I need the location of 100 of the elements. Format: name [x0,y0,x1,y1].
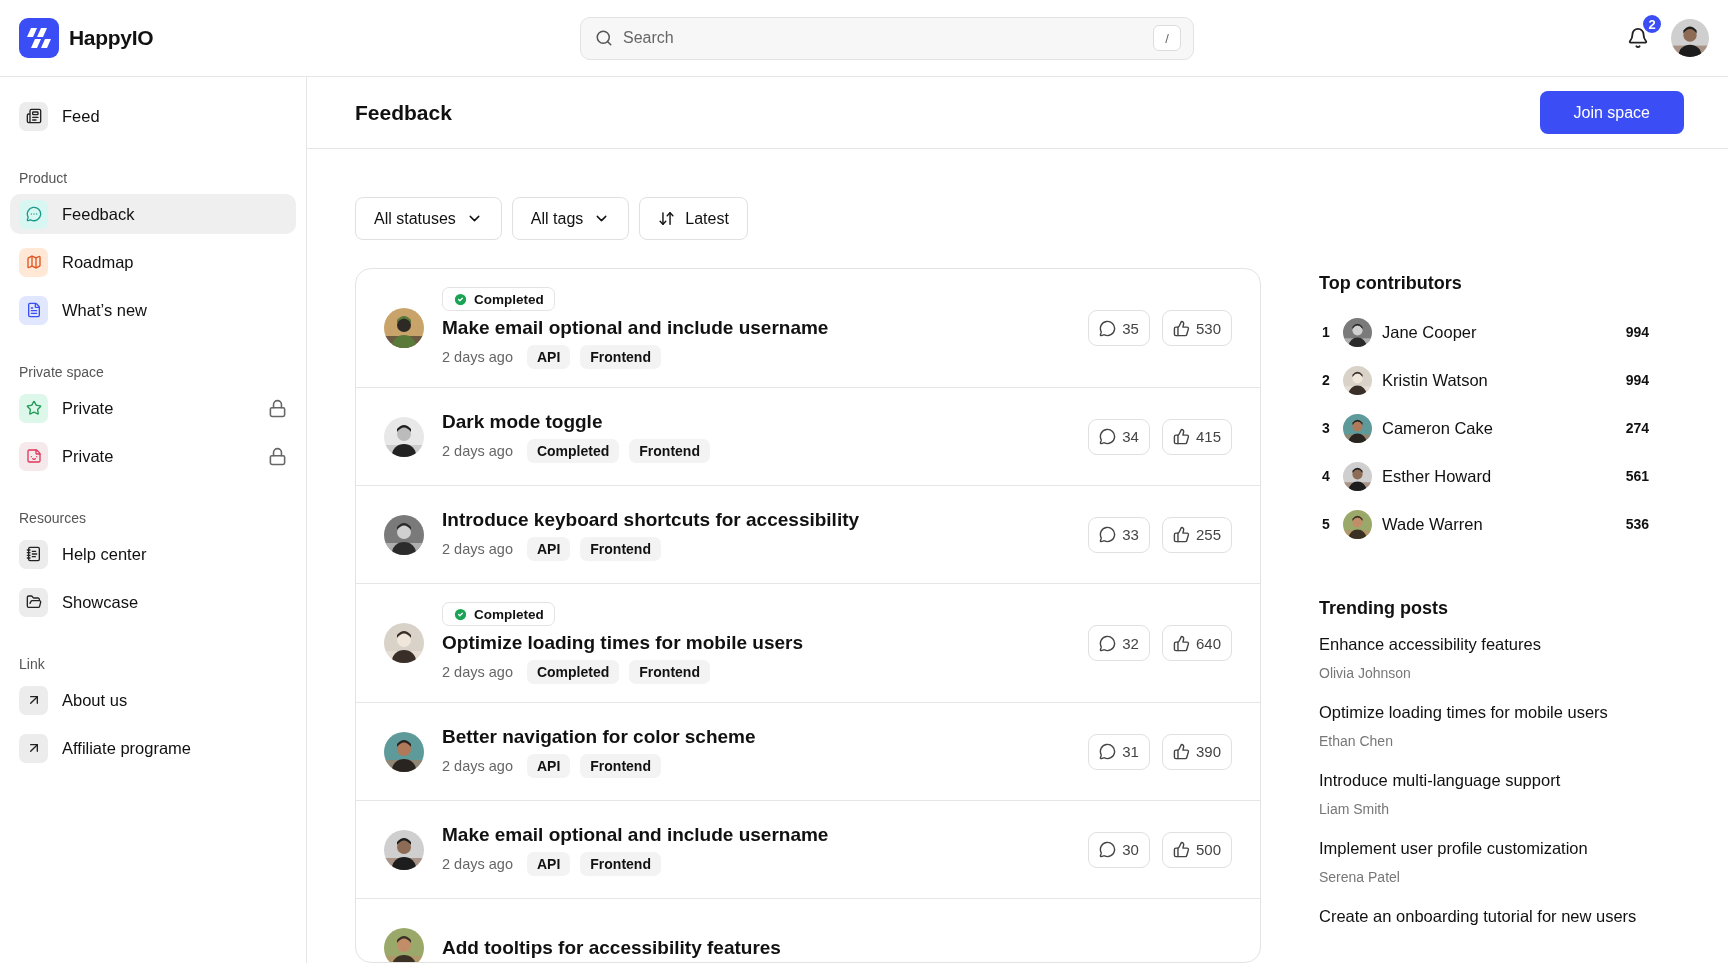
search-icon [595,29,613,47]
like-button[interactable]: 415 [1161,418,1232,455]
rank-number: 5 [1321,516,1331,532]
thumbs-up-icon [1172,634,1190,652]
search-field[interactable]: Search / [580,16,1194,60]
comments-button[interactable]: 33 [1088,516,1150,553]
thumbs-up-icon [1172,428,1190,445]
filter-dropdown[interactable]: All statuses [355,197,502,240]
comment-icon [1099,319,1117,337]
logo-icon [19,18,59,58]
comment-icon [1099,526,1117,543]
sticker-icon [19,441,48,471]
folder-icon [19,587,48,617]
post-tag: API [526,753,571,778]
post-tag: Frontend [580,345,661,369]
post-time: 2 days ago [442,855,513,872]
like-button[interactable]: 500 [1161,831,1232,868]
post-time: 2 days ago [442,442,513,459]
comments-button[interactable]: 35 [1088,310,1150,346]
thumbs-up-icon [1172,319,1190,337]
brand-name: HappyIO [69,26,154,50]
section-title: Link [18,656,46,674]
rank-number: 3 [1321,420,1331,436]
post-title[interactable]: Make email optional and include username [442,823,1071,846]
filter-dropdown[interactable]: All tags [511,197,630,240]
post-author: Serena Patel [1319,868,1401,885]
post-tag: Frontend [580,753,661,778]
contributor-score: 994 [1625,372,1649,388]
thumbs-up-icon [1172,526,1190,543]
post-time: 2 days ago [442,757,513,774]
trending-post-title[interactable]: Introduce multi-language support [1319,768,1649,793]
comment-icon [1099,634,1117,652]
contributor-name[interactable]: Jane Cooper [1382,322,1616,342]
post-title[interactable]: Better navigation for color scheme [442,725,1071,748]
comments-button[interactable]: 32 [1088,625,1150,661]
contributor-name[interactable]: Wade Warren [1382,514,1616,534]
notebook-icon [19,539,48,569]
notifications-button[interactable] [1627,27,1649,49]
join-space-button[interactable]: Join space [1539,91,1684,134]
post-tag: API [526,345,571,369]
post-title[interactable]: Make email optional and include username [442,317,1071,339]
post-tag: Completed [526,660,620,684]
post-title[interactable]: Introduce keyboard shortcuts for accessibility [442,508,1071,531]
like-button[interactable]: 390 [1161,733,1232,770]
comments-button[interactable]: 30 [1088,831,1150,868]
comments-button[interactable]: 34 [1088,418,1150,455]
post-tag: Frontend [629,660,710,684]
comments-button[interactable]: 31 [1088,733,1150,770]
post-time: 2 days ago [442,349,513,365]
status-badge: Completed [442,602,555,626]
sort-icon [658,210,676,227]
trending-post-title[interactable]: Optimize loading times for mobile users [1319,700,1649,725]
contributor-name[interactable]: Cameron Cake [1382,418,1616,438]
section-title: Product [18,170,69,188]
post-author: Olivia Johnson [1319,664,1412,681]
shortcut-key: / [1153,25,1181,51]
contributor-name[interactable]: Kristin Watson [1382,370,1616,390]
like-button[interactable]: 255 [1161,516,1232,553]
post-tag: Frontend [580,536,661,561]
post-time: 2 days ago [442,664,513,680]
notification-count: 2 [1641,13,1663,35]
sort-button[interactable]: Latest [639,197,748,240]
contributor-name[interactable]: Esther Howard [1382,466,1616,486]
section-title: Private space [18,364,105,382]
section-heading: Top contributors [1319,273,1463,294]
comment-icon [1099,428,1117,445]
trending-post-title[interactable]: Implement user profile customization [1319,836,1649,861]
rank-number: 1 [1321,324,1331,340]
trending-post-title[interactable]: Create an onboarding tutorial for new users [1319,904,1649,929]
status-badge: Completed [442,287,555,311]
rank-number: 4 [1321,468,1331,484]
thumbs-up-icon [1172,743,1190,760]
search-input[interactable]: Search [621,28,1145,48]
newspaper-icon [19,101,48,131]
post-title[interactable]: Optimize loading times for mobile users [442,632,1071,654]
contributor-score: 561 [1625,468,1649,484]
trending-post-title[interactable]: Enhance accessibility features [1319,633,1649,657]
post-tag: Frontend [629,438,710,463]
post-title[interactable]: Dark mode toggle [442,410,1071,433]
rank-number: 2 [1321,372,1331,388]
thumbs-up-icon [1172,841,1190,858]
like-button[interactable]: 530 [1161,310,1232,346]
arrow-up-right-icon [19,685,48,715]
comment-icon [1099,841,1117,858]
arrow-up-right-icon [19,733,48,763]
contributor-score: 536 [1625,516,1649,532]
check-circle-icon [453,606,468,622]
like-button[interactable]: 640 [1161,625,1232,661]
post-tag: API [526,851,571,876]
comment-icon [1099,743,1117,760]
check-circle-icon [453,291,468,307]
section-title: Resources [18,510,87,528]
post-title[interactable]: Add tooltips for accessibility features [442,936,1232,959]
post-author: Liam Smith [1319,800,1391,817]
section-heading: Trending posts [1319,598,1449,619]
sidebar-item[interactable]: Feedback [10,194,296,234]
post-time: 2 days ago [442,540,513,557]
post-tag: API [526,536,571,561]
post-tag: Completed [526,438,620,463]
contributor-score: 274 [1625,420,1649,436]
